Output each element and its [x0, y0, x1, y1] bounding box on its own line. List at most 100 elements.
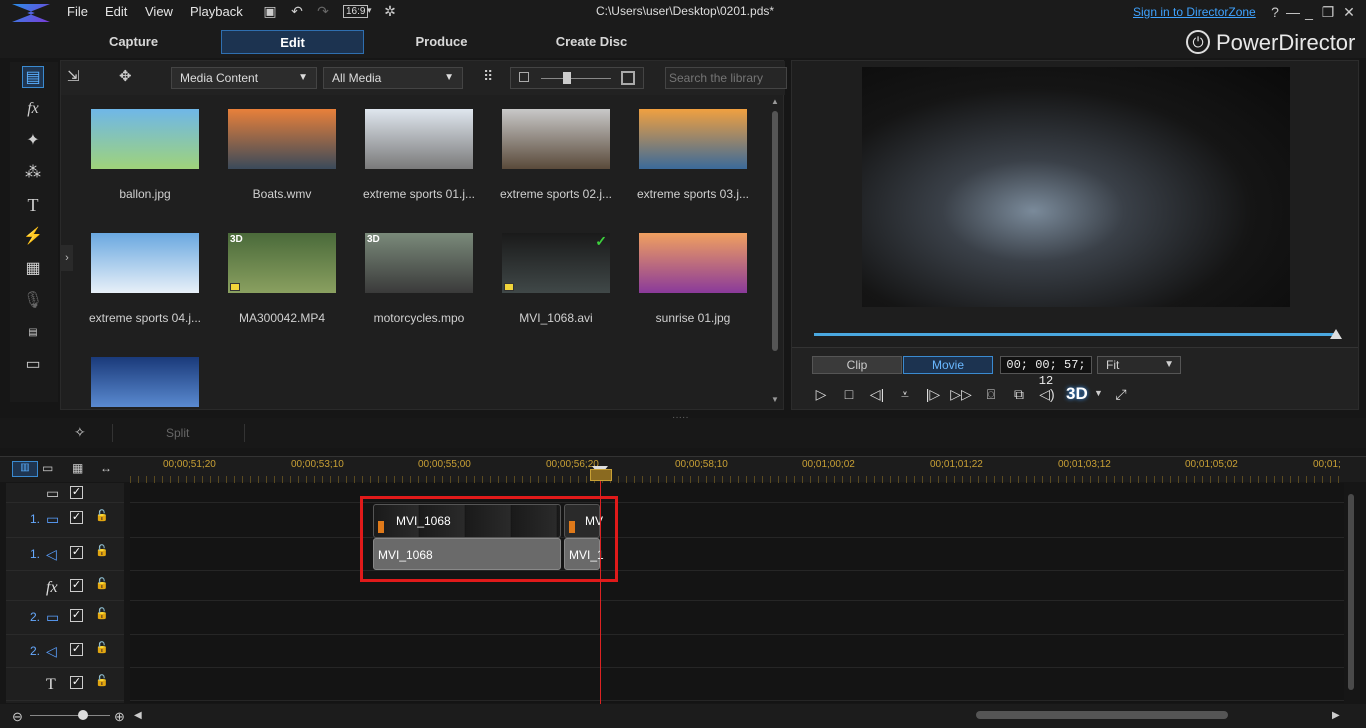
voiceover-room-icon[interactable]: 🎙	[22, 290, 44, 312]
clip-mode-button[interactable]: Clip	[812, 356, 902, 374]
library-item[interactable]: 3D MA300042.MP4	[228, 233, 336, 325]
expand-panel-button[interactable]: ›	[61, 245, 73, 271]
track-lock-icon[interactable]: 🔓	[95, 674, 109, 687]
library-item[interactable]: extreme sports 02.j...	[500, 109, 612, 201]
signin-link[interactable]: Sign in to DirectorZone	[1133, 5, 1256, 19]
close-window-button[interactable]: ✕	[1340, 3, 1358, 21]
undock-preview-icon[interactable]: ⧉	[1008, 384, 1030, 404]
restore-window-button[interactable]: ❐	[1319, 3, 1337, 21]
tab-produce[interactable]: Produce	[370, 30, 513, 54]
chevron-down-icon[interactable]: ▼	[1094, 388, 1103, 398]
library-search-input[interactable]	[665, 67, 787, 89]
media-thumbnail[interactable]	[639, 233, 747, 293]
import-media-icon[interactable]: ⇲	[67, 67, 80, 85]
library-item[interactable]	[91, 357, 199, 407]
timeline-vertical-scrollbar[interactable]	[1346, 492, 1356, 702]
scroll-up-icon[interactable]: ▲	[771, 97, 779, 106]
chevron-down-icon[interactable]: ▾	[367, 5, 372, 16]
zoom-fit-dropdown[interactable]: Fit ▼	[1097, 356, 1181, 374]
track-lane[interactable]	[130, 484, 1344, 503]
media-thumbnail[interactable]	[91, 357, 199, 407]
tab-capture[interactable]: Capture	[62, 30, 205, 54]
media-filter-dropdown[interactable]: All Media ▼	[323, 67, 463, 89]
magic-tools-icon[interactable]: ✧	[74, 424, 86, 441]
library-item[interactable]: ✓ MVI_1068.avi	[502, 233, 610, 325]
media-thumbnail[interactable]: ✓	[502, 233, 610, 293]
fast-forward-icon[interactable]: ▷▷	[950, 384, 972, 404]
media-thumbnail[interactable]	[228, 109, 336, 169]
track-enable-checkbox[interactable]: ✓	[70, 643, 83, 656]
playhead-line[interactable]	[600, 466, 601, 704]
menu-view[interactable]: View	[145, 4, 173, 19]
track-enable-checkbox[interactable]: ✓	[70, 511, 83, 524]
tab-edit[interactable]: Edit	[221, 30, 364, 54]
scroll-left-icon[interactable]: ◀	[134, 710, 142, 721]
menu-edit[interactable]: Edit	[105, 4, 127, 19]
snapshot-camera-icon[interactable]: ⌼	[980, 384, 1002, 404]
track-enable-checkbox[interactable]: ✓	[70, 676, 83, 689]
track-enable-checkbox[interactable]: ✓	[70, 579, 83, 592]
media-thumbnail[interactable]	[365, 109, 473, 169]
timeline-view-icon[interactable]: ▥	[12, 461, 38, 477]
timeline-horizontal-scrollbar[interactable]	[976, 711, 1228, 719]
grid-view-icon[interactable]: ⠿	[483, 68, 493, 85]
aspect-ratio-button[interactable]: 16:9	[343, 5, 369, 18]
menu-playback[interactable]: Playback	[190, 4, 243, 19]
zoom-in-icon[interactable]: ⊕	[114, 709, 125, 725]
fx-room-icon[interactable]: fx	[22, 98, 44, 120]
resize-handle[interactable]: ·····	[672, 412, 689, 423]
seekbar-handle[interactable]	[1330, 329, 1342, 339]
timecode-display[interactable]: 00; 00; 57; 12	[1000, 356, 1092, 388]
track-lock-icon[interactable]: 🔓	[95, 607, 109, 620]
thumbnail-size-slider[interactable]	[510, 67, 644, 89]
track-lock-icon[interactable]: 🔓	[95, 577, 109, 590]
audio-mixing-room-icon[interactable]: ▦	[22, 258, 44, 280]
play-icon[interactable]: ▷	[810, 384, 832, 404]
track-enable-checkbox[interactable]: ✓	[70, 486, 83, 499]
track-lane[interactable]	[130, 571, 1344, 601]
split-button[interactable]: Split	[166, 426, 189, 440]
track-lane[interactable]	[130, 668, 1344, 701]
library-item[interactable]: Boats.wmv	[228, 109, 336, 201]
media-thumbnail[interactable]: 3D	[365, 233, 473, 293]
particle-room-icon[interactable]: ⁂	[22, 162, 44, 184]
media-room-icon[interactable]: ▤	[22, 66, 44, 88]
playhead-range-marker[interactable]	[590, 469, 612, 481]
scrollbar-thumb[interactable]	[772, 111, 778, 351]
split-marker-icon[interactable]: ⩡	[894, 384, 916, 404]
undo-icon[interactable]: ↶	[289, 3, 305, 19]
title-room-icon[interactable]: T	[22, 194, 44, 216]
stop-icon[interactable]: □	[838, 384, 860, 404]
fit-timeline-icon[interactable]: ↔	[100, 461, 112, 475]
next-frame-icon[interactable]: |▷	[922, 384, 944, 404]
media-thumbnail[interactable]	[91, 233, 199, 293]
scrollbar-thumb[interactable]	[1348, 494, 1354, 690]
volume-icon[interactable]: ◁)	[1036, 384, 1058, 404]
transition-room-icon[interactable]: ⚡	[22, 226, 44, 248]
media-thumbnail[interactable]: 3D	[228, 233, 336, 293]
track-lock-icon[interactable]: 🔓	[95, 509, 109, 522]
track-lane[interactable]	[130, 635, 1344, 668]
library-item[interactable]: ballon.jpg	[91, 109, 199, 201]
track-enable-checkbox[interactable]: ✓	[70, 609, 83, 622]
track-lane[interactable]	[130, 503, 1344, 538]
media-thumbnail[interactable]	[502, 109, 610, 169]
track-lock-icon[interactable]: 🔓	[95, 641, 109, 654]
chapter-room-icon[interactable]: ▤	[22, 322, 44, 344]
fullscreen-icon[interactable]: ⤢	[1110, 384, 1132, 404]
pip-room-icon[interactable]: ✦	[22, 130, 44, 152]
library-scrollbar[interactable]: ▲ ▼	[771, 97, 781, 407]
menu-file[interactable]: File	[67, 4, 88, 19]
media-thumbnail[interactable]	[639, 109, 747, 169]
library-item[interactable]: extreme sports 01.j...	[363, 109, 475, 201]
preview-seekbar[interactable]	[814, 333, 1336, 336]
settings-gear-icon[interactable]: ✲	[382, 3, 398, 19]
scroll-right-icon[interactable]: ▶	[1332, 710, 1340, 721]
subtitle-room-icon[interactable]: ▭	[22, 354, 44, 376]
help-icon[interactable]: ?	[1266, 3, 1284, 21]
3d-mode-button[interactable]: 3D	[1066, 384, 1088, 404]
plugin-icon[interactable]: ✥	[119, 67, 132, 85]
zoom-slider-handle[interactable]	[78, 710, 88, 720]
library-item[interactable]: sunrise 01.jpg	[639, 233, 747, 325]
track-lock-icon[interactable]: 🔓	[95, 544, 109, 557]
